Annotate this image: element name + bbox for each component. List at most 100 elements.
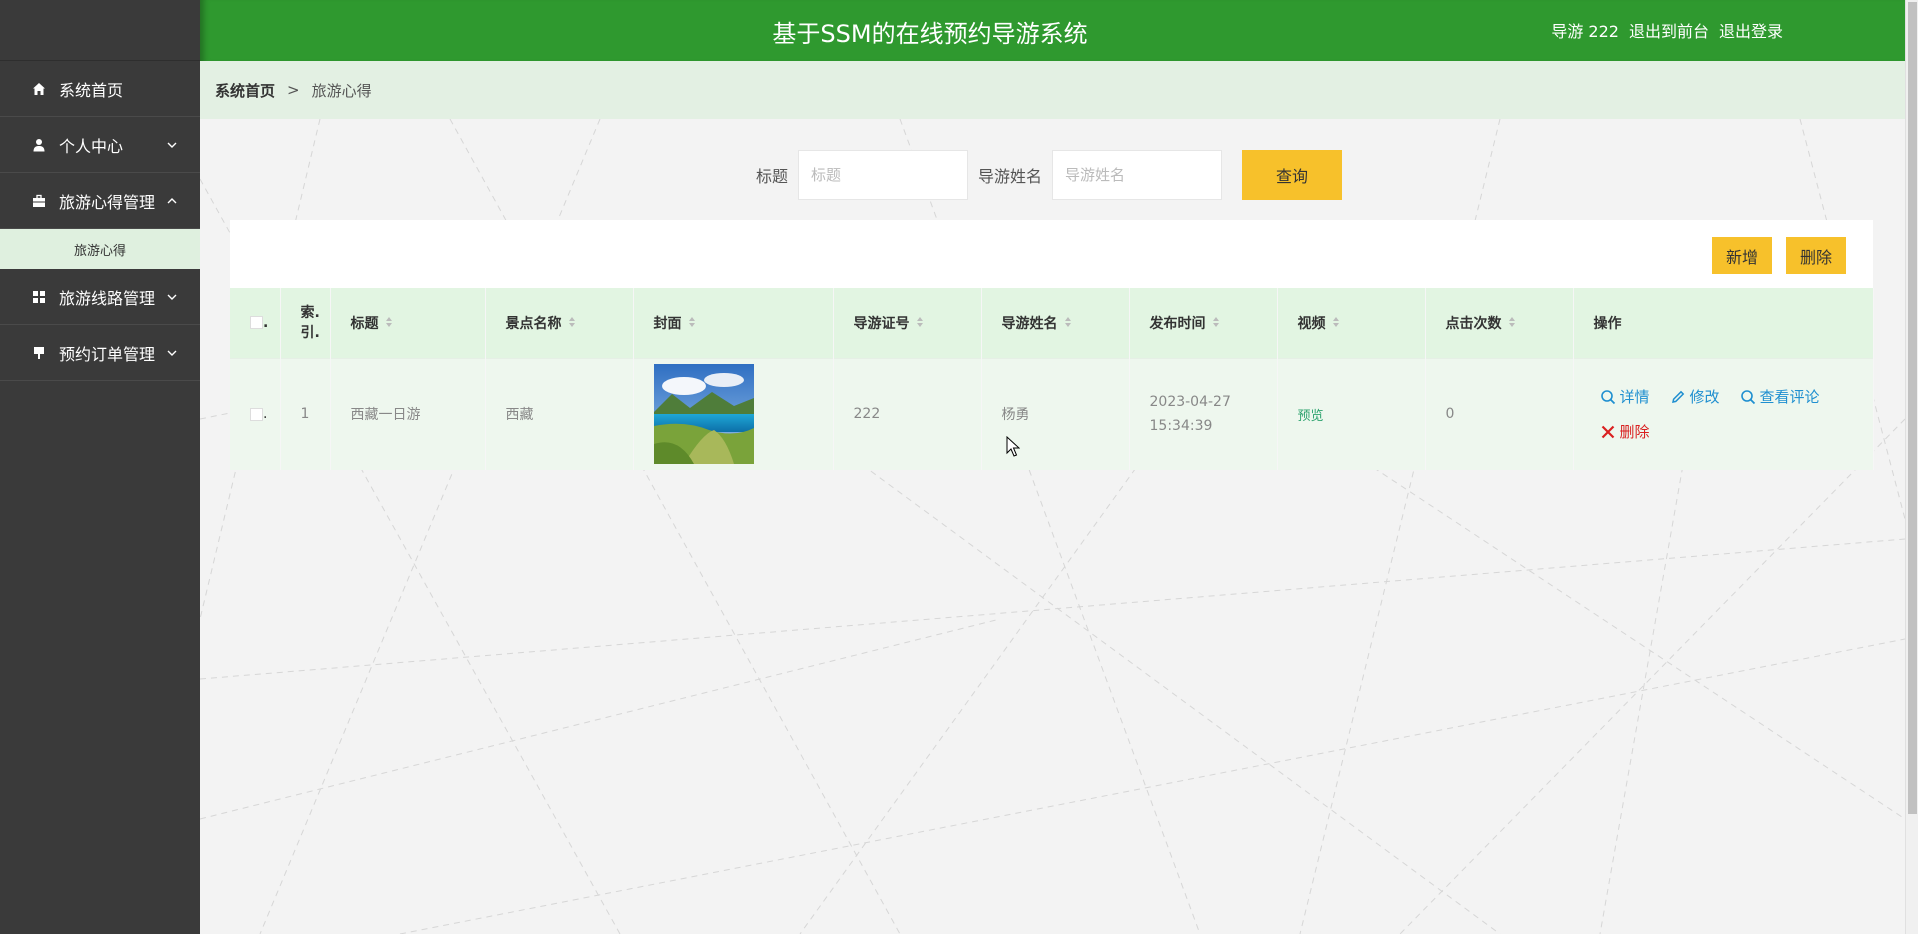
header-label: 封面 — [653, 315, 682, 332]
video-header[interactable]: 视频 — [1277, 288, 1426, 358]
sidebar-item-personal[interactable]: 个人中心 — [0, 117, 200, 173]
header-label: 导游姓名 — [1001, 315, 1058, 332]
current-user: 导游 222 — [1551, 22, 1619, 41]
sidebar-item-label: 旅游线路管理 — [59, 288, 156, 308]
experience-table: . 索. 引. 标题 景点名称 封面 导游证号 导游姓名 发布时间 视频 点击次… — [230, 288, 1874, 470]
publish-time-text: 2023-04-27 15:34:39 — [1149, 394, 1231, 435]
mouse-cursor-icon — [1006, 436, 1020, 457]
sort-icon[interactable] — [1332, 316, 1340, 332]
row-checkbox[interactable] — [250, 407, 263, 421]
header-label: 点击次数 — [1445, 315, 1502, 332]
top-header: 基于SSM的在线预约导游系统 导游 222 退出到前台 退出登录 — [200, 0, 1905, 61]
row-operations: 详情 修改 查看评论 删除 — [1573, 357, 1874, 470]
view-comments-button[interactable]: 查看评论 — [1740, 386, 1820, 407]
title-header[interactable]: 标题 — [330, 288, 486, 358]
page-scrollbar[interactable] — [1905, 0, 1918, 934]
view-comments-label: 查看评论 — [1759, 388, 1820, 407]
home-icon — [31, 81, 47, 97]
header-label: 标题 — [350, 315, 379, 332]
sidebar-item-label: 个人中心 — [59, 136, 124, 156]
header-label: 发布时间 — [1149, 315, 1206, 332]
breadcrumb-home[interactable]: 系统首页 — [215, 80, 275, 101]
title-label: 标题 — [756, 167, 789, 186]
header-user-area: 导游 222 退出到前台 退出登录 — [1551, 18, 1783, 42]
header-label: 操作 — [1593, 315, 1622, 332]
app-title: 基于SSM的在线预约导游系统 — [772, 20, 1088, 48]
sidebar-item-route-management[interactable]: 旅游线路管理 — [0, 269, 200, 325]
edit-button[interactable]: 修改 — [1670, 386, 1720, 407]
detail-label: 详情 — [1619, 388, 1650, 407]
user-icon — [31, 137, 47, 153]
chevron-down-icon — [166, 347, 178, 359]
table-row: . 1 西藏一日游 西藏 222 杨勇 2023-04-27 15:34:39 … — [230, 357, 1874, 470]
batch-delete-button[interactable]: 删除 — [1786, 237, 1847, 274]
delete-row-button[interactable]: 删除 — [1600, 421, 1650, 442]
row-cover-cell — [633, 357, 834, 470]
select-all-checkbox[interactable] — [250, 316, 263, 330]
breadcrumb-current: 旅游心得 — [311, 81, 372, 100]
delete-row-label: 删除 — [1619, 423, 1650, 442]
row-publish-time: 2023-04-27 15:34:39 — [1129, 357, 1278, 470]
clicks-header[interactable]: 点击次数 — [1425, 288, 1574, 358]
row-select-cell: . — [230, 357, 281, 470]
sort-icon[interactable] — [1212, 316, 1220, 332]
title-search-input[interactable] — [798, 150, 969, 200]
sort-icon[interactable] — [688, 316, 696, 332]
briefcase-icon — [31, 193, 47, 209]
add-button[interactable]: 新增 — [1712, 237, 1773, 274]
search-bar: 标题 导游姓名 查询 — [756, 150, 1343, 200]
video-preview-link[interactable]: 预览 — [1298, 409, 1324, 424]
sort-icon[interactable] — [916, 316, 924, 332]
sidebar-item-home[interactable]: 系统首页 — [0, 61, 200, 117]
sidebar-subitem-experience[interactable]: 旅游心得 — [0, 229, 200, 269]
grid-icon — [31, 289, 47, 305]
chevron-down-icon — [166, 291, 178, 303]
sidebar: 系统首页 个人中心 旅游心得管理 旅游心得 旅游线路管理 预约订单管理 — [0, 0, 200, 934]
index-header-line1: 索. — [300, 304, 320, 321]
sidebar-subitem-label: 旅游心得 — [73, 243, 126, 259]
scrollbar-thumb[interactable] — [1908, 2, 1917, 814]
table-header-row: . 索. 引. 标题 景点名称 封面 导游证号 导游姓名 发布时间 视频 点击次… — [230, 288, 1874, 358]
query-button[interactable]: 查询 — [1242, 150, 1343, 200]
sidebar-item-label: 预约订单管理 — [59, 344, 156, 364]
guide-name-header[interactable]: 导游姓名 — [981, 288, 1130, 358]
publish-time-header[interactable]: 发布时间 — [1129, 288, 1278, 358]
sort-icon[interactable] — [1508, 316, 1516, 332]
clipboard-icon — [31, 345, 47, 361]
sidebar-item-label: 旅游心得管理 — [59, 192, 156, 212]
header-label: 视频 — [1297, 315, 1326, 332]
breadcrumb-separator: > — [287, 81, 300, 99]
guide-name-search-input[interactable] — [1052, 150, 1223, 200]
search-icon — [1740, 389, 1755, 404]
search-icon — [1600, 389, 1615, 404]
sidebar-item-experience-management[interactable]: 旅游心得管理 — [0, 173, 200, 229]
sort-icon[interactable] — [1064, 316, 1072, 332]
sort-icon[interactable] — [385, 316, 393, 332]
breadcrumb: 系统首页 > 旅游心得 — [200, 61, 1905, 119]
cover-header[interactable]: 封面 — [633, 288, 834, 358]
sort-icon[interactable] — [568, 316, 576, 332]
index-header-line2: 引. — [300, 324, 320, 341]
header-label: 景点名称 — [505, 315, 562, 332]
scenic-header[interactable]: 景点名称 — [485, 288, 634, 358]
row-clicks: 0 — [1425, 357, 1574, 470]
row-guide-no: 222 — [833, 357, 982, 470]
table-card: 新增 删除 . 索. 引. 标题 景点名称 封面 导游证号 导游姓名 发布时间 … — [230, 220, 1874, 470]
pencil-icon — [1671, 390, 1684, 403]
exit-to-front-link[interactable]: 退出到前台 — [1629, 18, 1709, 42]
row-title: 西藏一日游 — [330, 357, 486, 470]
row-video-cell: 预览 — [1277, 357, 1426, 470]
operations-group: 详情 修改 查看评论 删除 — [1600, 386, 1860, 442]
edit-label: 修改 — [1689, 388, 1720, 407]
logout-link[interactable]: 退出登录 — [1719, 18, 1783, 42]
sidebar-logo-area — [0, 0, 200, 61]
row-scenic: 西藏 — [485, 357, 634, 470]
sidebar-item-order-management[interactable]: 预约订单管理 — [0, 325, 200, 381]
guide-no-header[interactable]: 导游证号 — [833, 288, 982, 358]
header-label: 导游证号 — [853, 315, 910, 332]
table-toolbar: 新增 删除 — [230, 220, 1873, 288]
operations-header: 操作 — [1573, 288, 1874, 358]
close-icon — [1601, 425, 1614, 439]
detail-button[interactable]: 详情 — [1600, 386, 1650, 407]
cover-image[interactable] — [653, 364, 754, 465]
